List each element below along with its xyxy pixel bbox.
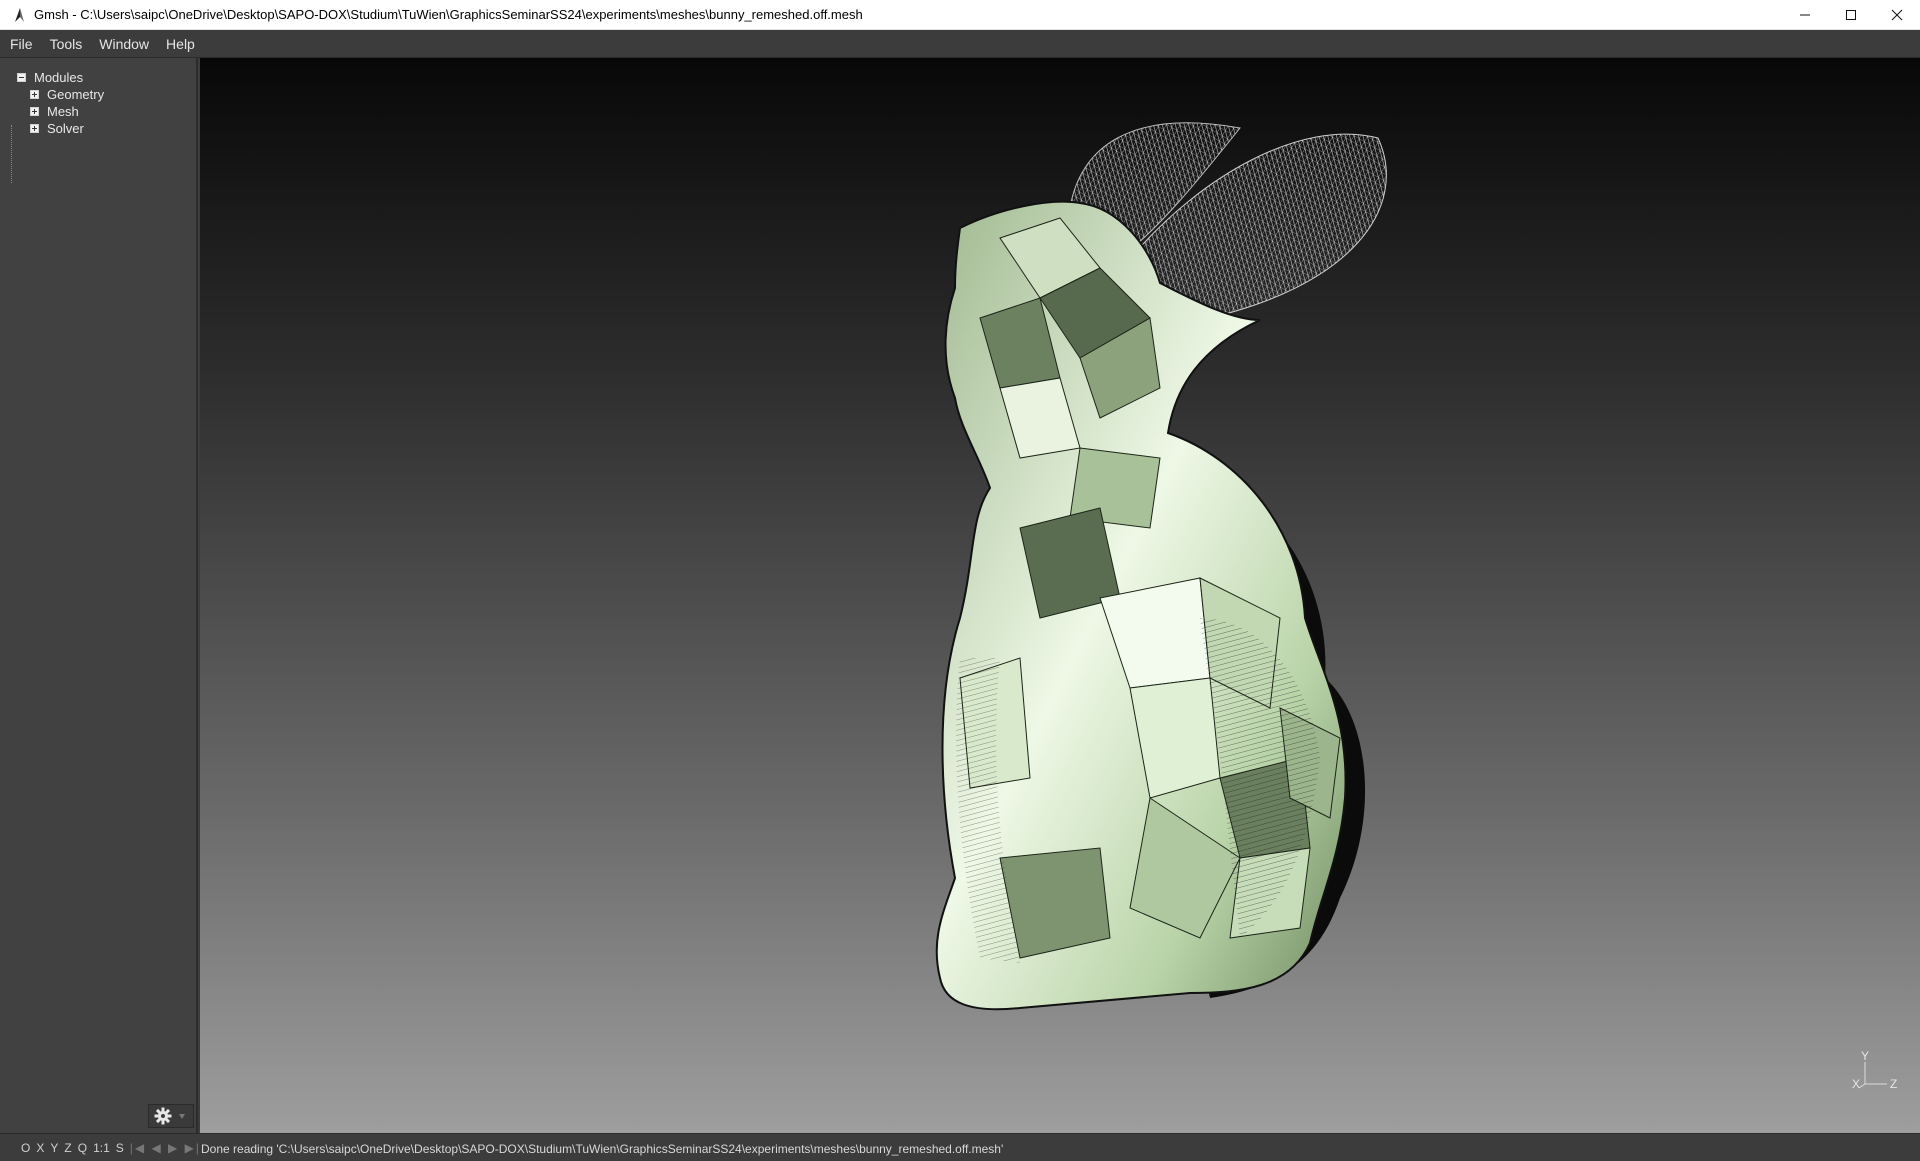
menu-file[interactable]: File [3,30,40,58]
axis-label-z: Z [1890,1077,1897,1091]
expand-icon[interactable] [30,107,39,116]
bunny-mesh-render[interactable] [200,58,1920,1133]
collapse-icon[interactable] [17,73,26,82]
tree-item-label: Geometry [47,87,105,102]
tree-item-geometry[interactable]: Geometry [30,86,104,103]
close-button[interactable] [1874,0,1920,30]
quick-button-select[interactable]: S [113,1141,127,1155]
graphics-viewport[interactable]: Y Z X [200,58,1920,1133]
axes-indicator: Y Z X [1852,1049,1897,1091]
tree-item-label: Modules [34,70,84,85]
minimize-icon [1800,14,1810,15]
quick-button-scale[interactable]: 1:1 [90,1141,113,1155]
options-button[interactable] [148,1104,194,1128]
menu-bar: File Tools Window Help [0,30,1920,58]
quick-button-z[interactable]: Z [61,1141,74,1155]
quick-button-y[interactable]: Y [47,1141,61,1155]
module-tree-panel: Modules Geometry Mesh Solver [0,58,198,1133]
quick-button-x[interactable]: X [33,1141,47,1155]
gmsh-logo-icon [15,7,24,22]
axis-label-x: X [1852,1077,1860,1091]
menu-tools[interactable]: Tools [43,30,90,58]
window-title: Gmsh - C:\Users\saipc\OneDrive\Desktop\S… [34,7,863,22]
dropdown-arrow-icon [179,1114,185,1119]
expand-icon[interactable] [30,90,39,99]
status-message: Done reading 'C:\Users\saipc\OneDrive\De… [201,1142,1004,1156]
tree-item-modules[interactable]: Modules [17,69,83,86]
menu-window[interactable]: Window [92,30,156,58]
tree-item-label: Mesh [47,104,79,119]
tree-item-mesh[interactable]: Mesh [30,103,79,120]
gear-icon [154,1107,172,1125]
axis-label-y: Y [1861,1049,1869,1063]
tree-connector [11,125,12,183]
status-bar: O X Y Z Q 1:1 S |◀ ◀ ▶ ▶| Done reading '… [0,1133,1920,1161]
tree-item-label: Solver [47,121,84,136]
quick-button-o[interactable]: O [18,1141,33,1155]
close-icon [1891,9,1903,20]
quick-button-rotate[interactable]: Q [75,1141,90,1155]
maximize-button[interactable] [1828,0,1874,30]
minimize-button[interactable] [1782,0,1828,30]
tree-item-solver[interactable]: Solver [30,120,84,137]
menu-help[interactable]: Help [159,30,202,58]
expand-icon[interactable] [30,124,39,133]
maximize-icon [1846,9,1856,20]
title-bar: Gmsh - C:\Users\saipc\OneDrive\Desktop\S… [0,0,1920,30]
playback-icons[interactable]: |◀ ◀ ▶ ▶| [127,1141,204,1155]
